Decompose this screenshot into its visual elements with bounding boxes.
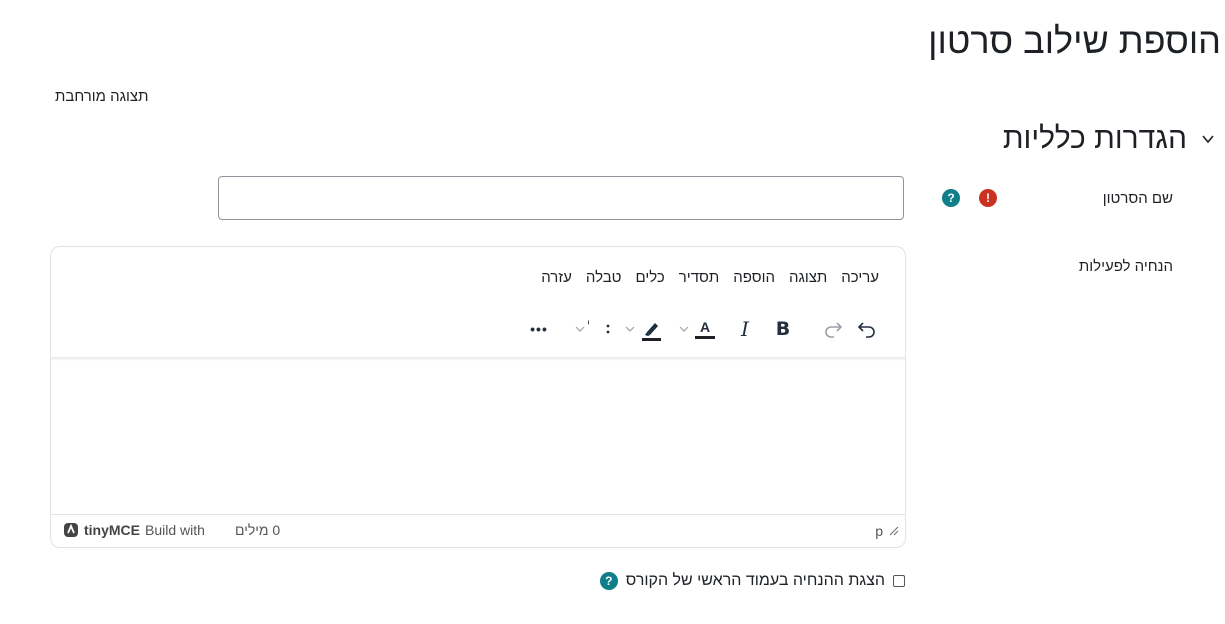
chevron-down-icon[interactable]: [1201, 132, 1215, 146]
font-size-dropdown[interactable]: [573, 315, 587, 343]
text-color-button[interactable]: A: [691, 315, 719, 343]
section-title: הגדרות כלליות: [1002, 122, 1187, 155]
rich-text-editor[interactable]: עריכה תצוגה הוספה תסדיר כלים טבלה עזרה B…: [50, 246, 906, 548]
question-icon[interactable]: ?: [942, 189, 960, 207]
show-description-checkbox[interactable]: [893, 575, 905, 587]
chevron-down-icon: [625, 326, 635, 332]
name-input[interactable]: [218, 176, 904, 220]
menu-table[interactable]: טבלה: [586, 269, 622, 286]
editor-toolbar: B I A T •••: [525, 315, 881, 343]
bold-button[interactable]: B: [769, 315, 797, 343]
menu-edit[interactable]: עריכה: [841, 269, 879, 286]
tinymce-branding-link[interactable]: tinyMCE Build with: [63, 522, 205, 538]
chevron-down-icon: [575, 326, 585, 332]
font-size-button[interactable]: T: [587, 315, 615, 343]
more-button[interactable]: •••: [525, 315, 553, 343]
font-size-icon: T: [588, 318, 610, 341]
page-title: הוספת שילוב סרטון: [928, 20, 1221, 61]
highlight-dropdown[interactable]: [623, 315, 637, 343]
build-with-text: Build with: [145, 522, 205, 538]
text-color-swatch: [695, 335, 715, 339]
text-color-dropdown[interactable]: [677, 315, 691, 343]
resize-handle-icon[interactable]: [889, 526, 899, 536]
highlight-button[interactable]: [637, 315, 665, 343]
menu-tools[interactable]: כלים: [635, 269, 664, 286]
menu-view[interactable]: תצוגה: [789, 269, 827, 286]
redo-icon: [825, 322, 843, 338]
intro-field-label: הנחיה לפעילות: [1078, 258, 1173, 275]
svg-text:T: T: [588, 318, 589, 341]
word-count[interactable]: 0 מילים: [235, 522, 280, 538]
show-description-row: הצגת ההנחיה בעמוד הראשי של הקורס ?: [599, 572, 905, 590]
brand-name: tinyMCE: [84, 522, 140, 538]
highlighter-icon: [642, 323, 661, 341]
chevron-down-icon: [679, 326, 689, 332]
expand-all-link[interactable]: תצוגה מורחבת: [55, 88, 148, 105]
undo-icon: [857, 322, 875, 338]
name-field-label: שם הסרטון: [1102, 190, 1173, 207]
element-path[interactable]: p: [875, 523, 883, 539]
undo-button[interactable]: [853, 315, 881, 343]
show-description-label[interactable]: הצגת ההנחיה בעמוד הראשי של הקורס: [626, 572, 885, 590]
italic-button[interactable]: I: [731, 315, 759, 343]
section-header-general[interactable]: הגדרות כלליות: [1003, 122, 1215, 156]
text-color-label: A: [699, 318, 711, 335]
menu-help[interactable]: עזרה: [541, 269, 572, 286]
editor-statusbar: p 0 מילים tinyMCE Build with: [51, 514, 905, 547]
editor-menubar: עריכה תצוגה הוספה תסדיר כלים טבלה עזרה: [541, 269, 879, 286]
menu-insert[interactable]: הוספה: [733, 269, 775, 286]
tinymce-logo-icon: [64, 523, 78, 537]
editor-content-area[interactable]: [51, 361, 905, 515]
exclamation-icon: !: [979, 189, 997, 207]
menu-format[interactable]: תסדיר: [679, 269, 719, 286]
redo-button[interactable]: [819, 315, 847, 343]
question-icon[interactable]: ?: [599, 572, 618, 590]
